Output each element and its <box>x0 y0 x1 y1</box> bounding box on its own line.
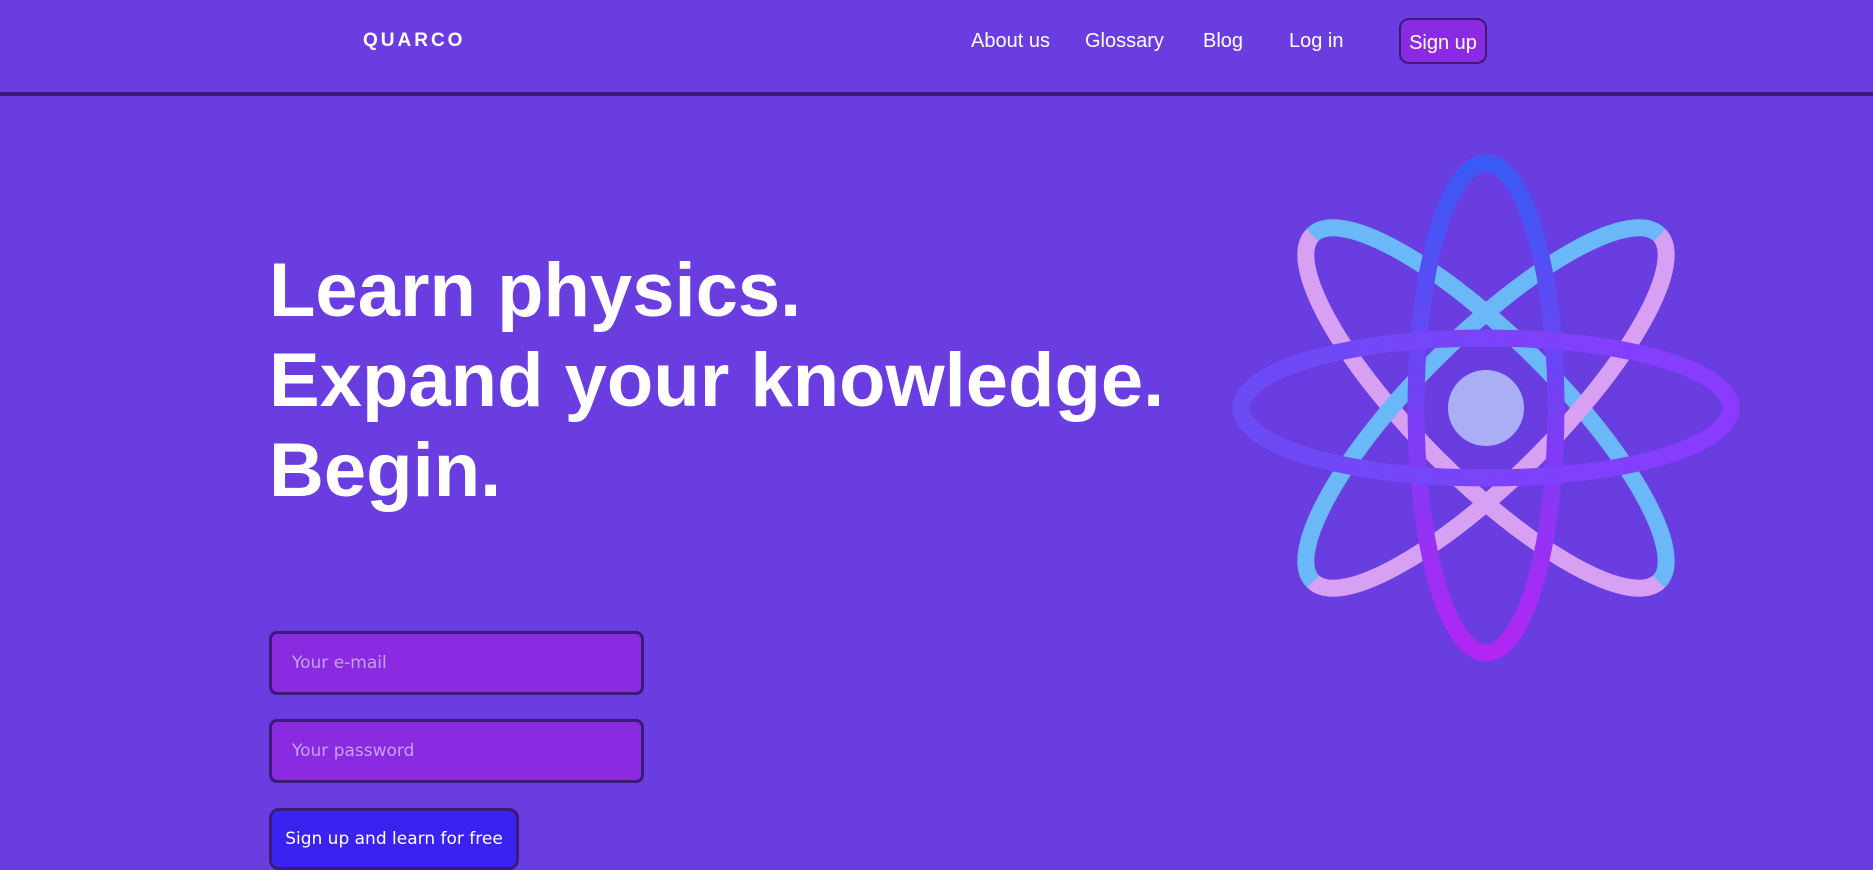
nav-log-in[interactable]: Log in <box>1289 30 1344 53</box>
hero-line-1: Learn physics. <box>269 248 802 333</box>
nav-about-us[interactable]: About us <box>971 30 1050 53</box>
sign-up-free-button[interactable]: Sign up and learn for free <box>269 808 519 870</box>
site-header: QUARCO About us Glossary Blog Log in Sig… <box>0 0 1873 96</box>
nav-blog[interactable]: Blog <box>1203 30 1243 53</box>
atom-icon <box>1232 154 1740 662</box>
password-input[interactable] <box>269 719 644 783</box>
hero-line-2: Expand your knowledge. <box>269 338 1165 423</box>
atom-nucleus <box>1448 370 1524 446</box>
hero-headline: Learn physics. Expand your knowledge. Be… <box>269 246 1164 516</box>
nav-glossary[interactable]: Glossary <box>1085 30 1164 53</box>
logo[interactable]: QUARCO <box>363 30 465 52</box>
email-input[interactable] <box>269 631 644 695</box>
sign-up-button[interactable]: Sign up <box>1399 18 1487 64</box>
hero-line-3: Begin. <box>269 428 502 513</box>
